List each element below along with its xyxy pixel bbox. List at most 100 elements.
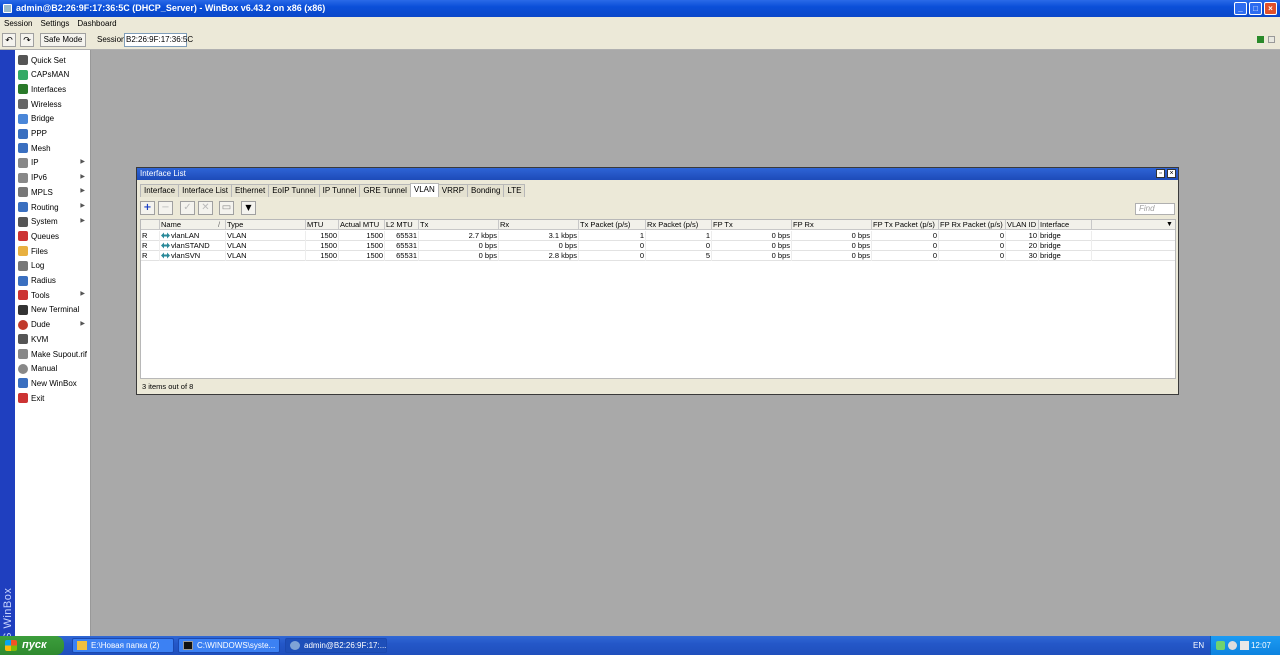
disable-button[interactable]: ✕ — [198, 201, 213, 215]
task-winbox[interactable]: admin@B2:26:9F:17:... — [285, 638, 387, 653]
menu-settings[interactable]: Settings — [36, 17, 73, 30]
cell-name: vlanSVN — [160, 251, 226, 261]
sidebar-item-kvm[interactable]: KVM — [15, 332, 91, 346]
tab-interface[interactable]: Interface — [140, 184, 180, 197]
brand-bar: RouterOS WinBox — [0, 50, 15, 655]
column-header-fp-rx[interactable]: FP Rx — [792, 220, 872, 230]
sidebar-item-ip[interactable]: IP ▶ — [15, 156, 91, 170]
sidebar-item-label: Make Supout.rif — [31, 349, 88, 359]
main-title-bar[interactable]: admin@B2:26:9F:17:36:5C (DHCP_Server) - … — [0, 0, 1280, 17]
cell-tx-pps: 0 — [579, 251, 646, 261]
sidebar-item-wireless[interactable]: Wireless — [15, 97, 91, 111]
column-header-fp-rx-packet-p-s-[interactable]: FP Rx Packet (p/s) — [939, 220, 1006, 230]
redo-button[interactable]: ↷ — [20, 33, 34, 47]
sidebar-item-quick-set[interactable]: Quick Set — [15, 53, 91, 67]
column-header-rx-packet-p-s-[interactable]: Rx Packet (p/s) — [646, 220, 712, 230]
sidebar-item-manual[interactable]: Manual — [15, 362, 91, 376]
sidebar-item-new-terminal[interactable]: New Terminal — [15, 303, 91, 317]
submenu-arrow-icon: ▶ — [80, 173, 85, 180]
sidebar-item-capsman[interactable]: CAPsMAN — [15, 68, 91, 82]
sidebar-item-ipv6[interactable]: IPv6 ▶ — [15, 171, 91, 185]
tab-interface-list[interactable]: Interface List — [178, 184, 232, 197]
column-header-vlan-id[interactable]: VLAN ID — [1006, 220, 1039, 230]
start-button[interactable]: пуск — [0, 636, 64, 655]
tab-ethernet[interactable]: Ethernet — [230, 184, 270, 197]
language-indicator[interactable]: EN — [1193, 636, 1204, 655]
sidebar-item-log[interactable]: Log — [15, 259, 91, 273]
filter-button[interactable]: ▼ — [241, 201, 256, 215]
task-folder[interactable]: E:\Новая папка (2) — [72, 638, 174, 653]
menu-dashboard[interactable]: Dashboard — [73, 17, 120, 30]
manual-icon — [18, 363, 28, 374]
sidebar-item-label: Radius — [31, 276, 56, 285]
volume-icon[interactable] — [1240, 641, 1249, 650]
enable-button[interactable]: ✓ — [180, 201, 195, 215]
sidebar-item-mesh[interactable]: Mesh — [15, 141, 91, 155]
table-row[interactable]: RvlanLAN VLAN 1500 1500 65531 2.7 kbps 3.1 kbp… — [141, 231, 1175, 241]
interface-list-window: Interface List ▫ × Interface Interface Li… — [136, 167, 1179, 395]
tab-vlan[interactable]: VLAN — [409, 183, 439, 197]
cell-fp-tx: 0 bps — [712, 231, 792, 241]
columns-menu-icon[interactable]: ▼ — [1165, 220, 1175, 230]
sidebar-item-exit[interactable]: Exit — [15, 391, 91, 405]
tools-icon — [18, 290, 28, 301]
interface-list-title-bar[interactable]: Interface List ▫ × — [137, 168, 1178, 180]
close-button[interactable]: × — [1264, 2, 1277, 15]
window-restore-button[interactable]: ▫ — [1156, 169, 1165, 178]
remove-button[interactable]: − — [158, 201, 173, 215]
column-header-fp-tx[interactable]: FP Tx — [712, 220, 792, 230]
sidebar-item-queues[interactable]: Queues — [15, 229, 91, 243]
comment-button[interactable]: ▭ — [219, 201, 234, 215]
column-header-flags[interactable] — [141, 220, 160, 230]
sidebar-item-tools[interactable]: Tools ▶ — [15, 288, 91, 302]
capsman-icon — [18, 69, 28, 80]
tab-lte[interactable]: LTE — [503, 184, 526, 197]
column-header-mtu[interactable]: MTU — [306, 220, 339, 230]
sidebar-item-label: IP — [31, 158, 39, 168]
sidebar-item-system[interactable]: System ▶ — [15, 215, 91, 229]
cell-l2-mtu: 65531 — [385, 251, 419, 261]
sidebar-item-bridge[interactable]: Bridge — [15, 112, 91, 126]
column-header-l2-mtu[interactable]: L2 MTU — [385, 220, 419, 230]
table-row[interactable]: RvlanSTAND VLAN 1500 1500 65531 0 bps 0 bps 0 0 0… — [141, 241, 1175, 251]
table-row[interactable]: RvlanSVN VLAN 1500 1500 65531 0 bps 2.8 kbps 0 5… — [141, 251, 1175, 261]
find-input[interactable]: Find — [1135, 203, 1175, 215]
sidebar-item-make-supout-rif[interactable]: Make Supout.rif — [15, 347, 91, 361]
cell-actual-mtu: 1500 — [339, 231, 385, 241]
menu-session[interactable]: Session — [0, 17, 36, 30]
maximize-button[interactable]: □ — [1249, 2, 1262, 15]
column-header-actual-mtu[interactable]: Actual MTU — [339, 220, 385, 230]
sidebar-item-dude[interactable]: Dude ▶ — [15, 318, 91, 332]
sidebar-item-ppp[interactable]: PPP — [15, 127, 91, 141]
column-header-tx-packet-p-s-[interactable]: Tx Packet (p/s) — [579, 220, 646, 230]
cell-type: VLAN — [226, 251, 306, 261]
submenu-arrow-icon: ▶ — [80, 188, 85, 195]
task-folder-label: E:\Новая папка (2) — [91, 641, 160, 650]
sidebar-item-radius[interactable]: Radius — [15, 274, 91, 288]
cell-vlan-id: 10 — [1006, 231, 1039, 241]
window-close-button[interactable]: × — [1167, 169, 1176, 178]
column-header-tx[interactable]: Tx — [419, 220, 499, 230]
tab-gre-tunnel[interactable]: GRE Tunnel — [359, 184, 411, 197]
safe-mode-button[interactable]: Safe Mode — [40, 33, 86, 47]
sidebar-item-files[interactable]: Files — [15, 244, 91, 258]
tab-vrrp[interactable]: VRRP — [437, 184, 469, 197]
session-field[interactable]: B2:26:9F:17:36:5C — [124, 33, 193, 47]
security-icon[interactable] — [1228, 641, 1237, 650]
network-icon[interactable] — [1216, 641, 1225, 650]
tab-bonding[interactable]: Bonding — [467, 184, 505, 197]
column-header-interface[interactable]: Interface — [1039, 220, 1092, 230]
tab-eoip-tunnel[interactable]: EoIP Tunnel — [268, 184, 320, 197]
sidebar-item-routing[interactable]: Routing ▶ — [15, 200, 91, 214]
add-button[interactable]: + — [140, 201, 155, 215]
column-header-fp-tx-packet-p-s-[interactable]: FP Tx Packet (p/s) — [872, 220, 939, 230]
undo-button[interactable]: ↶ — [2, 33, 16, 47]
minimize-button[interactable]: _ — [1234, 2, 1247, 15]
column-header-type[interactable]: Type — [226, 220, 306, 230]
sidebar-item-interfaces[interactable]: Interfaces — [15, 82, 91, 96]
column-header-rx[interactable]: Rx — [499, 220, 579, 230]
sidebar-item-mpls[interactable]: MPLS ▶ — [15, 185, 91, 199]
sidebar-item-new-winbox[interactable]: New WinBox — [15, 376, 91, 390]
tab-ip-tunnel[interactable]: IP Tunnel — [318, 184, 361, 197]
task-cmd[interactable]: C:\WINDOWS\syste... — [178, 638, 280, 653]
